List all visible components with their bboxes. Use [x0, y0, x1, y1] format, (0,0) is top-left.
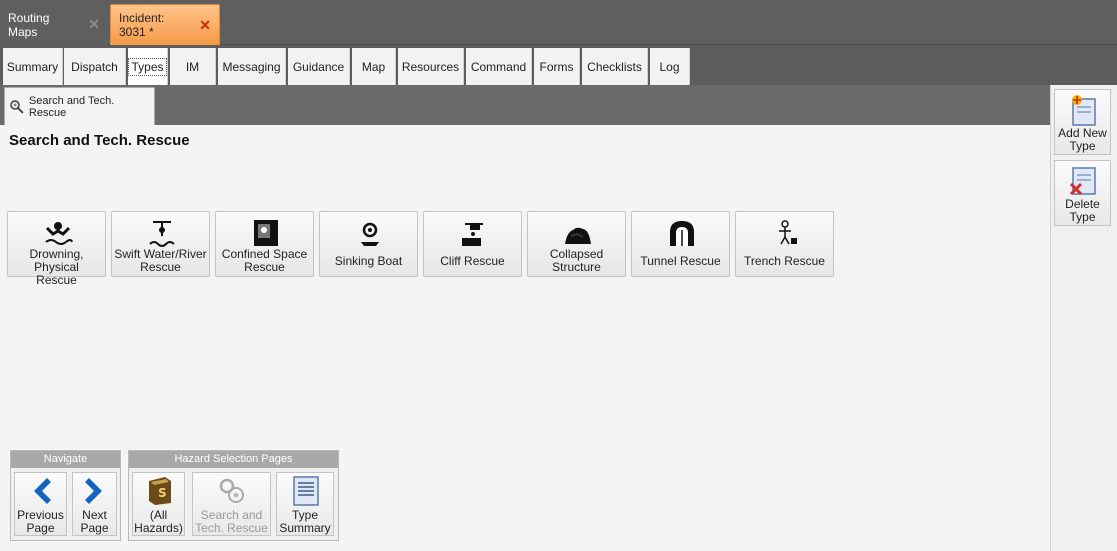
- sinking-boat-icon: [361, 222, 379, 246]
- drowning-icon: [45, 222, 73, 245]
- document-icon: [293, 476, 319, 506]
- button-label: Previous Page: [17, 508, 64, 535]
- previous-page-button[interactable]: Previous Page: [14, 472, 67, 536]
- type-button-confined-space[interactable]: Confined Space Rescue: [215, 211, 314, 277]
- confined-space-icon: [254, 220, 278, 246]
- search-rescue-icon: [10, 99, 24, 114]
- tab-label: IM: [185, 59, 200, 74]
- chevron-right-icon: [85, 478, 102, 504]
- type-label: Cliff Rescue: [440, 254, 505, 268]
- button-label: Delete Type: [1065, 197, 1100, 224]
- tab-resources[interactable]: Resources: [398, 48, 464, 85]
- all-hazards-button[interactable]: S (All Hazards): [132, 472, 185, 536]
- type-button-collapsed-structure[interactable]: Collapsed Structure: [527, 211, 626, 277]
- tab-forms[interactable]: Forms: [534, 48, 580, 85]
- right-action-panel: Add New Type Delete Type: [1050, 85, 1117, 551]
- tab-messaging[interactable]: Messaging: [218, 48, 286, 85]
- button-label: Add New Type: [1058, 126, 1107, 153]
- tab-label: Dispatch: [71, 59, 118, 74]
- tab-types[interactable]: Types: [128, 48, 168, 85]
- section-tab-bar: Summary Dispatch Types IM Messaging Guid…: [0, 45, 1117, 85]
- navigate-group: Navigate Previous Page Next Page: [10, 450, 121, 541]
- page-title: Search and Tech. Rescue: [9, 132, 190, 149]
- collapsed-structure-icon: [565, 227, 591, 244]
- type-button-trench-rescue[interactable]: Trench Rescue: [735, 211, 834, 277]
- search-tech-rescue-button[interactable]: Search and Tech. Rescue: [192, 472, 271, 536]
- type-button-cliff-rescue[interactable]: Cliff Rescue: [423, 211, 522, 277]
- sub-tab-label: Search and Tech. Rescue: [28, 94, 115, 119]
- cliff-rescue-icon: [462, 223, 483, 246]
- button-label: Type Summary: [279, 508, 331, 535]
- tab-dispatch[interactable]: Dispatch: [64, 48, 126, 85]
- tab-command[interactable]: Command: [466, 48, 532, 85]
- search-rescue-icon: [219, 478, 244, 503]
- book-icon: S: [149, 477, 171, 505]
- tab-map[interactable]: Map: [352, 48, 396, 85]
- type-button-swift-water[interactable]: Swift Water/River Rescue: [111, 211, 210, 277]
- type-label: Drowning, Physical Rescue: [29, 247, 84, 287]
- tab-checklists[interactable]: Checklists: [582, 48, 648, 85]
- tab-label: Messaging: [222, 59, 281, 74]
- tab-label: Log: [659, 59, 680, 74]
- close-icon[interactable]: ✕: [88, 16, 100, 33]
- add-document-icon: [1072, 95, 1096, 126]
- tab-label: Checklists: [587, 59, 642, 74]
- delete-type-button[interactable]: Delete Type: [1054, 160, 1111, 226]
- type-label: Collapsed Structure: [549, 247, 604, 274]
- trench-icon: [779, 220, 797, 245]
- doc-tab-incident[interactable]: Incident: 3031 * ✕: [110, 4, 220, 45]
- tab-label: Forms: [539, 59, 574, 74]
- tunnel-icon: [670, 221, 694, 246]
- sub-tab-search-tech-rescue[interactable]: Search and Tech. Rescue: [4, 87, 155, 125]
- group-title: Hazard Selection Pages: [129, 451, 338, 468]
- doc-tab-label: Routing Maps: [8, 10, 50, 39]
- type-label: Confined Space Rescue: [221, 247, 308, 274]
- hazard-selection-group: Hazard Selection Pages S (All Hazards) Se…: [128, 450, 339, 541]
- tab-label: Map: [361, 59, 386, 74]
- tab-label: Guidance: [292, 59, 345, 74]
- sub-tab-bar: Search and Tech. Rescue: [0, 85, 1050, 125]
- doc-tab-label: Incident: 3031 *: [119, 11, 165, 39]
- type-summary-button[interactable]: Type Summary: [276, 472, 334, 536]
- type-label: Swift Water/River Rescue: [114, 247, 207, 274]
- delete-document-icon: [1069, 167, 1096, 196]
- doc-tab-routing-maps[interactable]: Routing Maps ✕: [0, 4, 108, 45]
- type-button-tunnel-rescue[interactable]: Tunnel Rescue: [631, 211, 730, 277]
- close-icon[interactable]: ✕: [199, 17, 211, 34]
- button-label: (All Hazards): [134, 508, 183, 535]
- group-title: Navigate: [11, 451, 120, 468]
- tab-summary[interactable]: Summary: [3, 48, 63, 85]
- button-label: Search and Tech. Rescue: [195, 508, 268, 535]
- tab-log[interactable]: Log: [650, 48, 690, 85]
- add-new-type-button[interactable]: Add New Type: [1054, 89, 1111, 155]
- main-panel: Search and Tech. Rescue Search and Tech.…: [0, 85, 1050, 551]
- chevron-left-icon: [34, 478, 51, 504]
- svg-text:S: S: [158, 486, 167, 500]
- button-label: Next Page: [80, 508, 109, 535]
- type-button-sinking-boat[interactable]: Sinking Boat: [319, 211, 418, 277]
- document-tab-bar: Routing Maps ✕ Incident: 3031 * ✕: [0, 0, 1117, 45]
- type-label: Trench Rescue: [744, 254, 825, 268]
- swift-water-icon: [149, 221, 175, 247]
- tab-label: Command: [470, 59, 527, 74]
- tab-label: Resources: [401, 59, 460, 74]
- next-page-button[interactable]: Next Page: [72, 472, 117, 536]
- type-button-drowning[interactable]: Drowning, Physical Rescue: [7, 211, 106, 287]
- tab-label: Summary: [6, 59, 59, 74]
- type-label: Tunnel Rescue: [640, 254, 721, 268]
- tab-label: Types: [128, 57, 167, 76]
- tab-guidance[interactable]: Guidance: [288, 48, 350, 85]
- tab-im[interactable]: IM: [170, 48, 216, 85]
- type-label: Sinking Boat: [334, 254, 403, 268]
